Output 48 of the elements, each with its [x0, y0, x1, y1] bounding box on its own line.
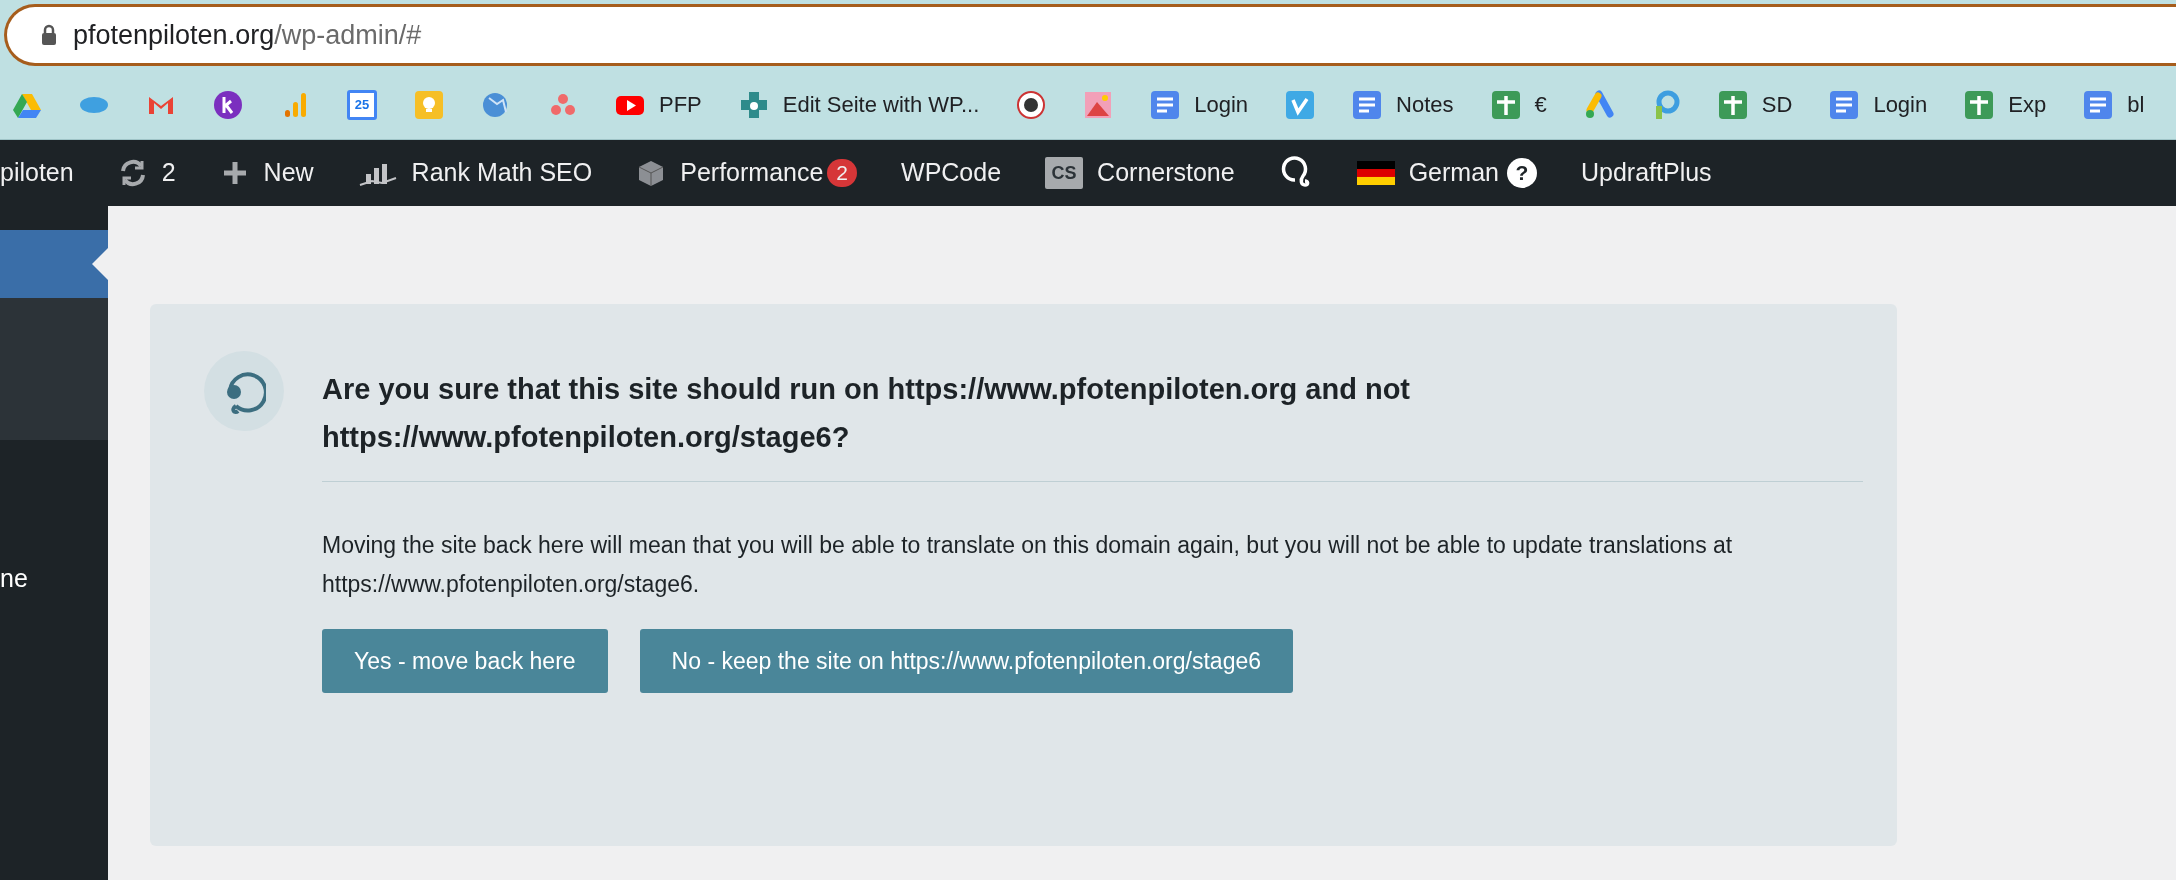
menu-item[interactable]: [0, 230, 108, 298]
help-icon: ?: [1507, 158, 1537, 188]
calendar-icon: 25: [347, 89, 377, 120]
letter-square-icon: [1285, 89, 1316, 120]
bookmark-label[interactable]: Login: [1194, 88, 1249, 121]
bookmark-label[interactable]: €: [1534, 88, 1547, 121]
bookmark-label[interactable]: bl: [2127, 88, 2145, 121]
address-bar[interactable]: pfotenpiloten.org/wp-admin/#: [4, 4, 2176, 66]
toolbar-item[interactable]: New: [263, 154, 314, 192]
toolbar-item[interactable]: Performance: [680, 154, 824, 192]
lock-icon: [41, 24, 57, 46]
flag-icon: [1356, 161, 1395, 185]
toolbar-item[interactable]: Rank Math SEO: [411, 154, 593, 192]
toolbar-item[interactable]: WPCode: [901, 154, 1002, 192]
bookmark-label[interactable]: Login: [1873, 88, 1928, 121]
bookmark-label[interactable]: PFP: [659, 88, 702, 121]
bookmark-label[interactable]: Notes: [1396, 88, 1454, 121]
cross-square-icon: [1964, 89, 1995, 120]
triangle-logo-icon: [1583, 89, 1614, 120]
toolbar-item[interactable]: piloten: [0, 154, 74, 192]
cross-square-icon: [1490, 89, 1521, 120]
toolbar-item[interactable]: 2: [161, 154, 176, 192]
document-icon: [1829, 89, 1860, 120]
toolbar-item[interactable]: UpdraftPlus: [1581, 154, 1712, 192]
round-seal-icon: [1016, 89, 1047, 120]
toolbar-item[interactable]: Cornerstone: [1097, 154, 1235, 192]
toolbar-item[interactable]: German: [1408, 154, 1499, 192]
url-domain: pfotenpiloten.org: [73, 19, 275, 50]
cross-square-icon: [1717, 89, 1748, 120]
letter-circle-icon: [213, 89, 243, 120]
menu-item[interactable]: ne: [0, 560, 28, 598]
bookmark-label[interactable]: Edit Seite with WP...: [782, 88, 980, 121]
document-icon: [1352, 89, 1383, 120]
url-path: /wp-admin/#: [274, 19, 422, 50]
picture-icon: [1083, 89, 1114, 120]
cs-logo-icon: CS: [1045, 157, 1084, 189]
document-icon: [2083, 89, 2114, 120]
pointer-icon: [92, 248, 108, 280]
action-button[interactable]: No - keep the site on https://www.pfotenpiloten.org/stage6: [639, 629, 1294, 693]
action-button[interactable]: Yes - move back here: [322, 629, 608, 693]
document-icon: [1150, 89, 1181, 120]
bookmark-label[interactable]: Exp: [2008, 88, 2047, 121]
count-badge: 2: [827, 159, 858, 187]
notice-message: Moving the site back here will mean that you will be able to translate on this domain again, but you will not be able to update translations at https://www.pfotenpiloten.org/stage6.: [322, 531, 1734, 599]
notice-title: Are you sure that this site should run on https://www.pfotenpiloten.org and not https://www.pfotenpiloten.org/stage6?: [322, 365, 1863, 482]
bookmark-label[interactable]: SD: [1761, 88, 1793, 121]
lightbulb-icon: [414, 89, 444, 120]
paw-icon: [738, 89, 769, 120]
